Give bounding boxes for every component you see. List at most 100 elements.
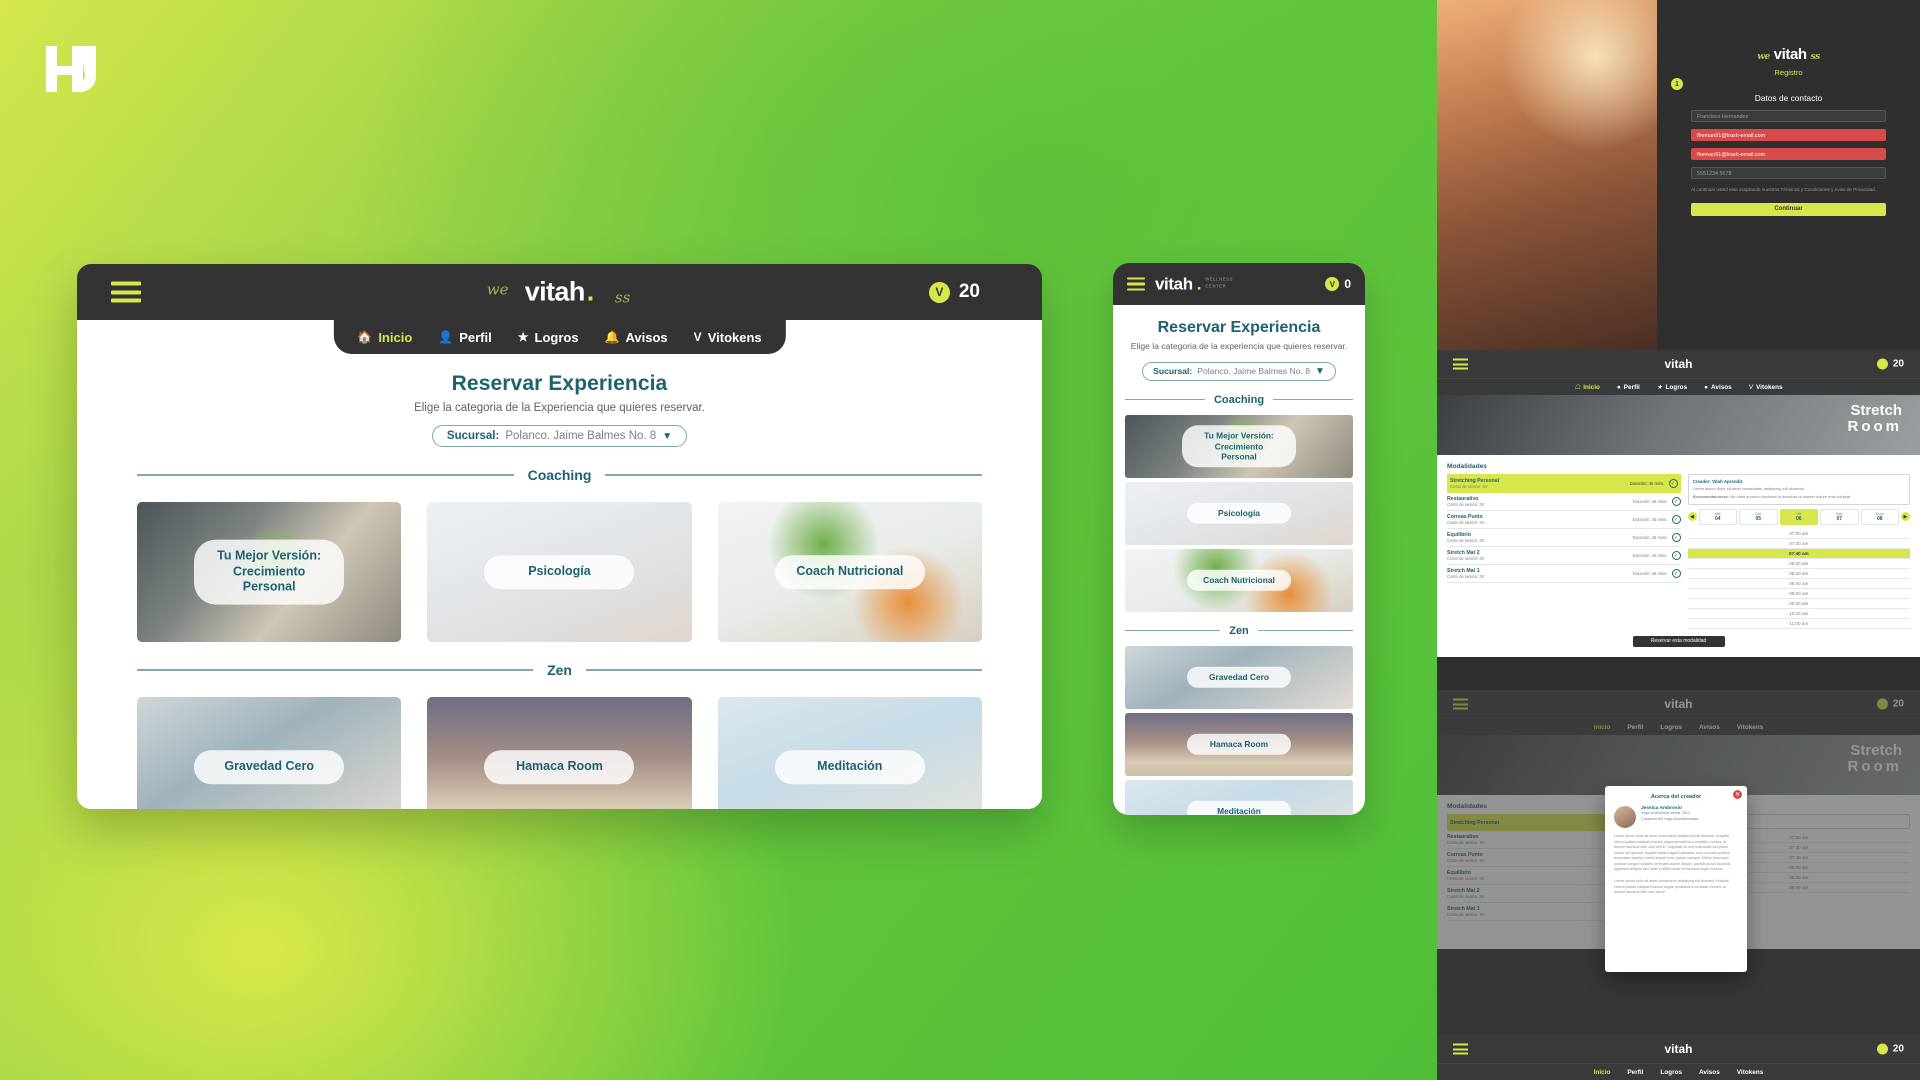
nav-item-perfil[interactable]: 👤 Perfil bbox=[438, 330, 491, 345]
select-modality-checkbox[interactable]: ✓ bbox=[1671, 497, 1681, 506]
modality-meta: Costo de sesión: 3V bbox=[1447, 520, 1485, 525]
time-slot[interactable]: 08:00 am bbox=[1687, 559, 1910, 569]
nav-item-vitokens[interactable]: V Vitokens bbox=[1749, 384, 1783, 391]
token-balance[interactable]: V 20 bbox=[928, 281, 980, 303]
token-count: 20 bbox=[958, 281, 980, 302]
creator-value[interactable]: Vitah Aprendiz bbox=[1712, 479, 1743, 484]
experience-card[interactable]: Coach Nutricional bbox=[717, 502, 982, 642]
token-balance[interactable]: 20 bbox=[1876, 1043, 1904, 1055]
hamburger-icon[interactable] bbox=[111, 281, 141, 303]
sucursal-select[interactable]: Sucursal: Polanco. Jaime Balmes No. 8 ▼ bbox=[1142, 361, 1336, 381]
divider bbox=[585, 669, 983, 671]
day-option[interactable]: Jue 05 bbox=[1739, 508, 1778, 525]
email-field[interactable]: fhernan91@trash-email.com bbox=[1691, 129, 1886, 141]
day-option[interactable]: Dom 08 bbox=[1860, 508, 1899, 525]
divider bbox=[1125, 630, 1221, 632]
phone-field[interactable]: 5551234 5678 bbox=[1691, 167, 1886, 179]
app-logo[interactable]: we vitah . ss bbox=[487, 278, 631, 307]
next-week-button[interactable]: ▶ bbox=[1900, 512, 1910, 522]
time-slot[interactable]: 11:00 am bbox=[1687, 619, 1910, 629]
experience-card[interactable]: Coach Nutricional bbox=[1125, 548, 1353, 612]
day-number: 06 bbox=[1795, 515, 1802, 522]
experience-card[interactable]: Psicología bbox=[1125, 481, 1353, 545]
nav-item-perfil[interactable]: Perfil bbox=[1627, 1069, 1643, 1076]
desktop-topbar: we vitah . ss V 20 bbox=[77, 264, 1042, 320]
experience-card[interactable]: Gravedad Cero bbox=[137, 697, 402, 809]
time-slot[interactable]: 10:15 am bbox=[1687, 609, 1910, 619]
modality-meta: Costo de sesión: 3V bbox=[1447, 502, 1485, 507]
modality-row[interactable]: Stretching Personal Costo de sesión: 3V … bbox=[1447, 474, 1681, 493]
email-confirm-field[interactable]: fhernan91@trash-email.com bbox=[1691, 148, 1886, 160]
nav-item-vitokens[interactable]: Vitokens bbox=[1737, 1069, 1764, 1076]
sucursal-label: Sucursal: bbox=[1153, 366, 1193, 377]
day-option[interactable]: Mie 04 bbox=[1698, 508, 1738, 525]
sucursal-select[interactable]: Sucursal: Polanco. Jaime Balmes No. 8 ▼ bbox=[431, 425, 688, 447]
nav-item-avisos[interactable]: ● Avisos bbox=[1704, 384, 1732, 391]
time-slot[interactable]: 09:00 am bbox=[1687, 589, 1910, 599]
time-slot[interactable]: 08:40 am bbox=[1687, 579, 1910, 589]
experience-card[interactable]: Gravedad Cero bbox=[1125, 645, 1353, 709]
experience-card[interactable]: Psicología bbox=[427, 502, 692, 642]
creator-role-secondary: Creadora del Yoga Acondicionado. bbox=[1641, 816, 1700, 821]
token-balance[interactable]: V 0 bbox=[1325, 277, 1351, 291]
day-option-selected[interactable]: Vie 06 bbox=[1779, 508, 1819, 525]
app-logo[interactable]: vitah . WELLNESS CENTER bbox=[1155, 276, 1233, 293]
modality-row[interactable]: Restaurativo Costo de sesión: 3V Duració… bbox=[1447, 493, 1681, 511]
experience-card[interactable]: Meditación bbox=[717, 697, 982, 809]
modality-row[interactable]: Equilibrio Costo de sesión: 3V Duración:… bbox=[1447, 529, 1681, 547]
time-slot[interactable]: 07:00 am bbox=[1687, 529, 1910, 539]
token-balance[interactable]: 20 bbox=[1876, 358, 1904, 370]
experience-card[interactable]: Hamaca Room bbox=[1125, 712, 1353, 776]
schedule-panel: Creador: Vitah Aprendiz Lorem ipsum dolo… bbox=[1687, 474, 1910, 629]
step-indicator: 1 bbox=[1671, 78, 1683, 90]
nav-item-vitokens[interactable]: V Vitokens bbox=[694, 330, 762, 345]
name-field[interactable]: Francisco Hernandez bbox=[1691, 110, 1886, 122]
nav-item-avisos[interactable]: 🔔 Avisos bbox=[605, 330, 668, 345]
nav-item-inicio[interactable]: ☖ Inicio bbox=[1574, 383, 1599, 392]
nav-item-inicio[interactable]: Inicio bbox=[1594, 1069, 1611, 1076]
modality-row[interactable]: Stretch Mat 2 Costo de sesión: 3V Duraci… bbox=[1447, 547, 1681, 565]
reserve-modality-button[interactable]: Reservar esta modalidad bbox=[1632, 635, 1725, 647]
booking-nav: ☖ Inicio ● Perfil ★ Logros ● Avisos V Vitoken… bbox=[1437, 378, 1920, 395]
nav-item-logros[interactable]: ★ Logros bbox=[1657, 383, 1687, 392]
nav-item-logros[interactable]: Logros bbox=[1660, 1069, 1682, 1076]
divider bbox=[137, 474, 514, 476]
time-slot-selected[interactable]: 07:40 am bbox=[1687, 548, 1910, 559]
experience-card[interactable]: Hamaca Room bbox=[427, 697, 692, 809]
section-header-zen: Zen bbox=[137, 662, 983, 678]
stretch-room-hero: Stretch Room bbox=[1437, 395, 1920, 455]
v-token-icon bbox=[1876, 358, 1888, 370]
time-slot[interactable]: 09:30 am bbox=[1687, 599, 1910, 609]
time-slot[interactable]: 07:20 am bbox=[1687, 539, 1910, 549]
modality-row[interactable]: Stretch Mat 1 Costo de sesión: 3V Duraci… bbox=[1447, 565, 1681, 583]
desktop-content: Reservar Experiencia Elige la categoria … bbox=[77, 320, 1042, 809]
day-picker: ◀ Mie 04 Jue 05 Vie 06 Sab 07 Dom 08 ▶ bbox=[1687, 508, 1910, 525]
modalities-list: Stretching Personal Costo de sesión: 3V … bbox=[1447, 474, 1681, 629]
nav-item-inicio[interactable]: 🏠 Inicio bbox=[357, 330, 412, 345]
select-modality-checkbox[interactable]: ✓ bbox=[1668, 479, 1678, 488]
experience-card[interactable]: Tu Mejor Versión: Crecimiento Personal bbox=[1125, 414, 1353, 478]
creator-label: Creador: bbox=[1692, 479, 1711, 484]
close-icon[interactable]: ✕ bbox=[1733, 790, 1742, 799]
modality-duration: Duración: 45 mins. bbox=[1632, 571, 1668, 576]
nav-item-logros[interactable]: ★ Logros bbox=[518, 330, 579, 345]
select-modality-checkbox[interactable]: ✓ bbox=[1671, 551, 1681, 560]
time-slot[interactable]: 08:20 am bbox=[1687, 569, 1910, 579]
sucursal-label: Sucursal: bbox=[446, 430, 500, 442]
hamburger-icon[interactable] bbox=[1453, 358, 1468, 370]
hamburger-icon[interactable] bbox=[1127, 277, 1145, 291]
nav-item-perfil[interactable]: ● Perfil bbox=[1617, 384, 1640, 391]
select-modality-checkbox[interactable]: ✓ bbox=[1671, 569, 1681, 578]
nav-item-avisos[interactable]: Avisos bbox=[1699, 1069, 1720, 1076]
v-token-icon bbox=[1876, 1043, 1888, 1055]
modality-duration: Duración: 45 mins. bbox=[1632, 553, 1668, 558]
experience-card[interactable]: Meditación bbox=[1125, 779, 1353, 815]
prev-week-button[interactable]: ◀ bbox=[1687, 512, 1697, 522]
hamburger-icon[interactable] bbox=[1453, 1043, 1468, 1055]
select-modality-checkbox[interactable]: ✓ bbox=[1671, 533, 1681, 542]
experience-card[interactable]: Tu Mejor Versión: Crecimiento Personal bbox=[137, 502, 402, 642]
select-modality-checkbox[interactable]: ✓ bbox=[1671, 515, 1681, 524]
modality-row[interactable]: Correas Punto Costo de sesión: 3V Duraci… bbox=[1447, 511, 1681, 529]
continue-button[interactable]: Continuar bbox=[1691, 202, 1886, 216]
day-option[interactable]: Sab 07 bbox=[1820, 508, 1859, 525]
